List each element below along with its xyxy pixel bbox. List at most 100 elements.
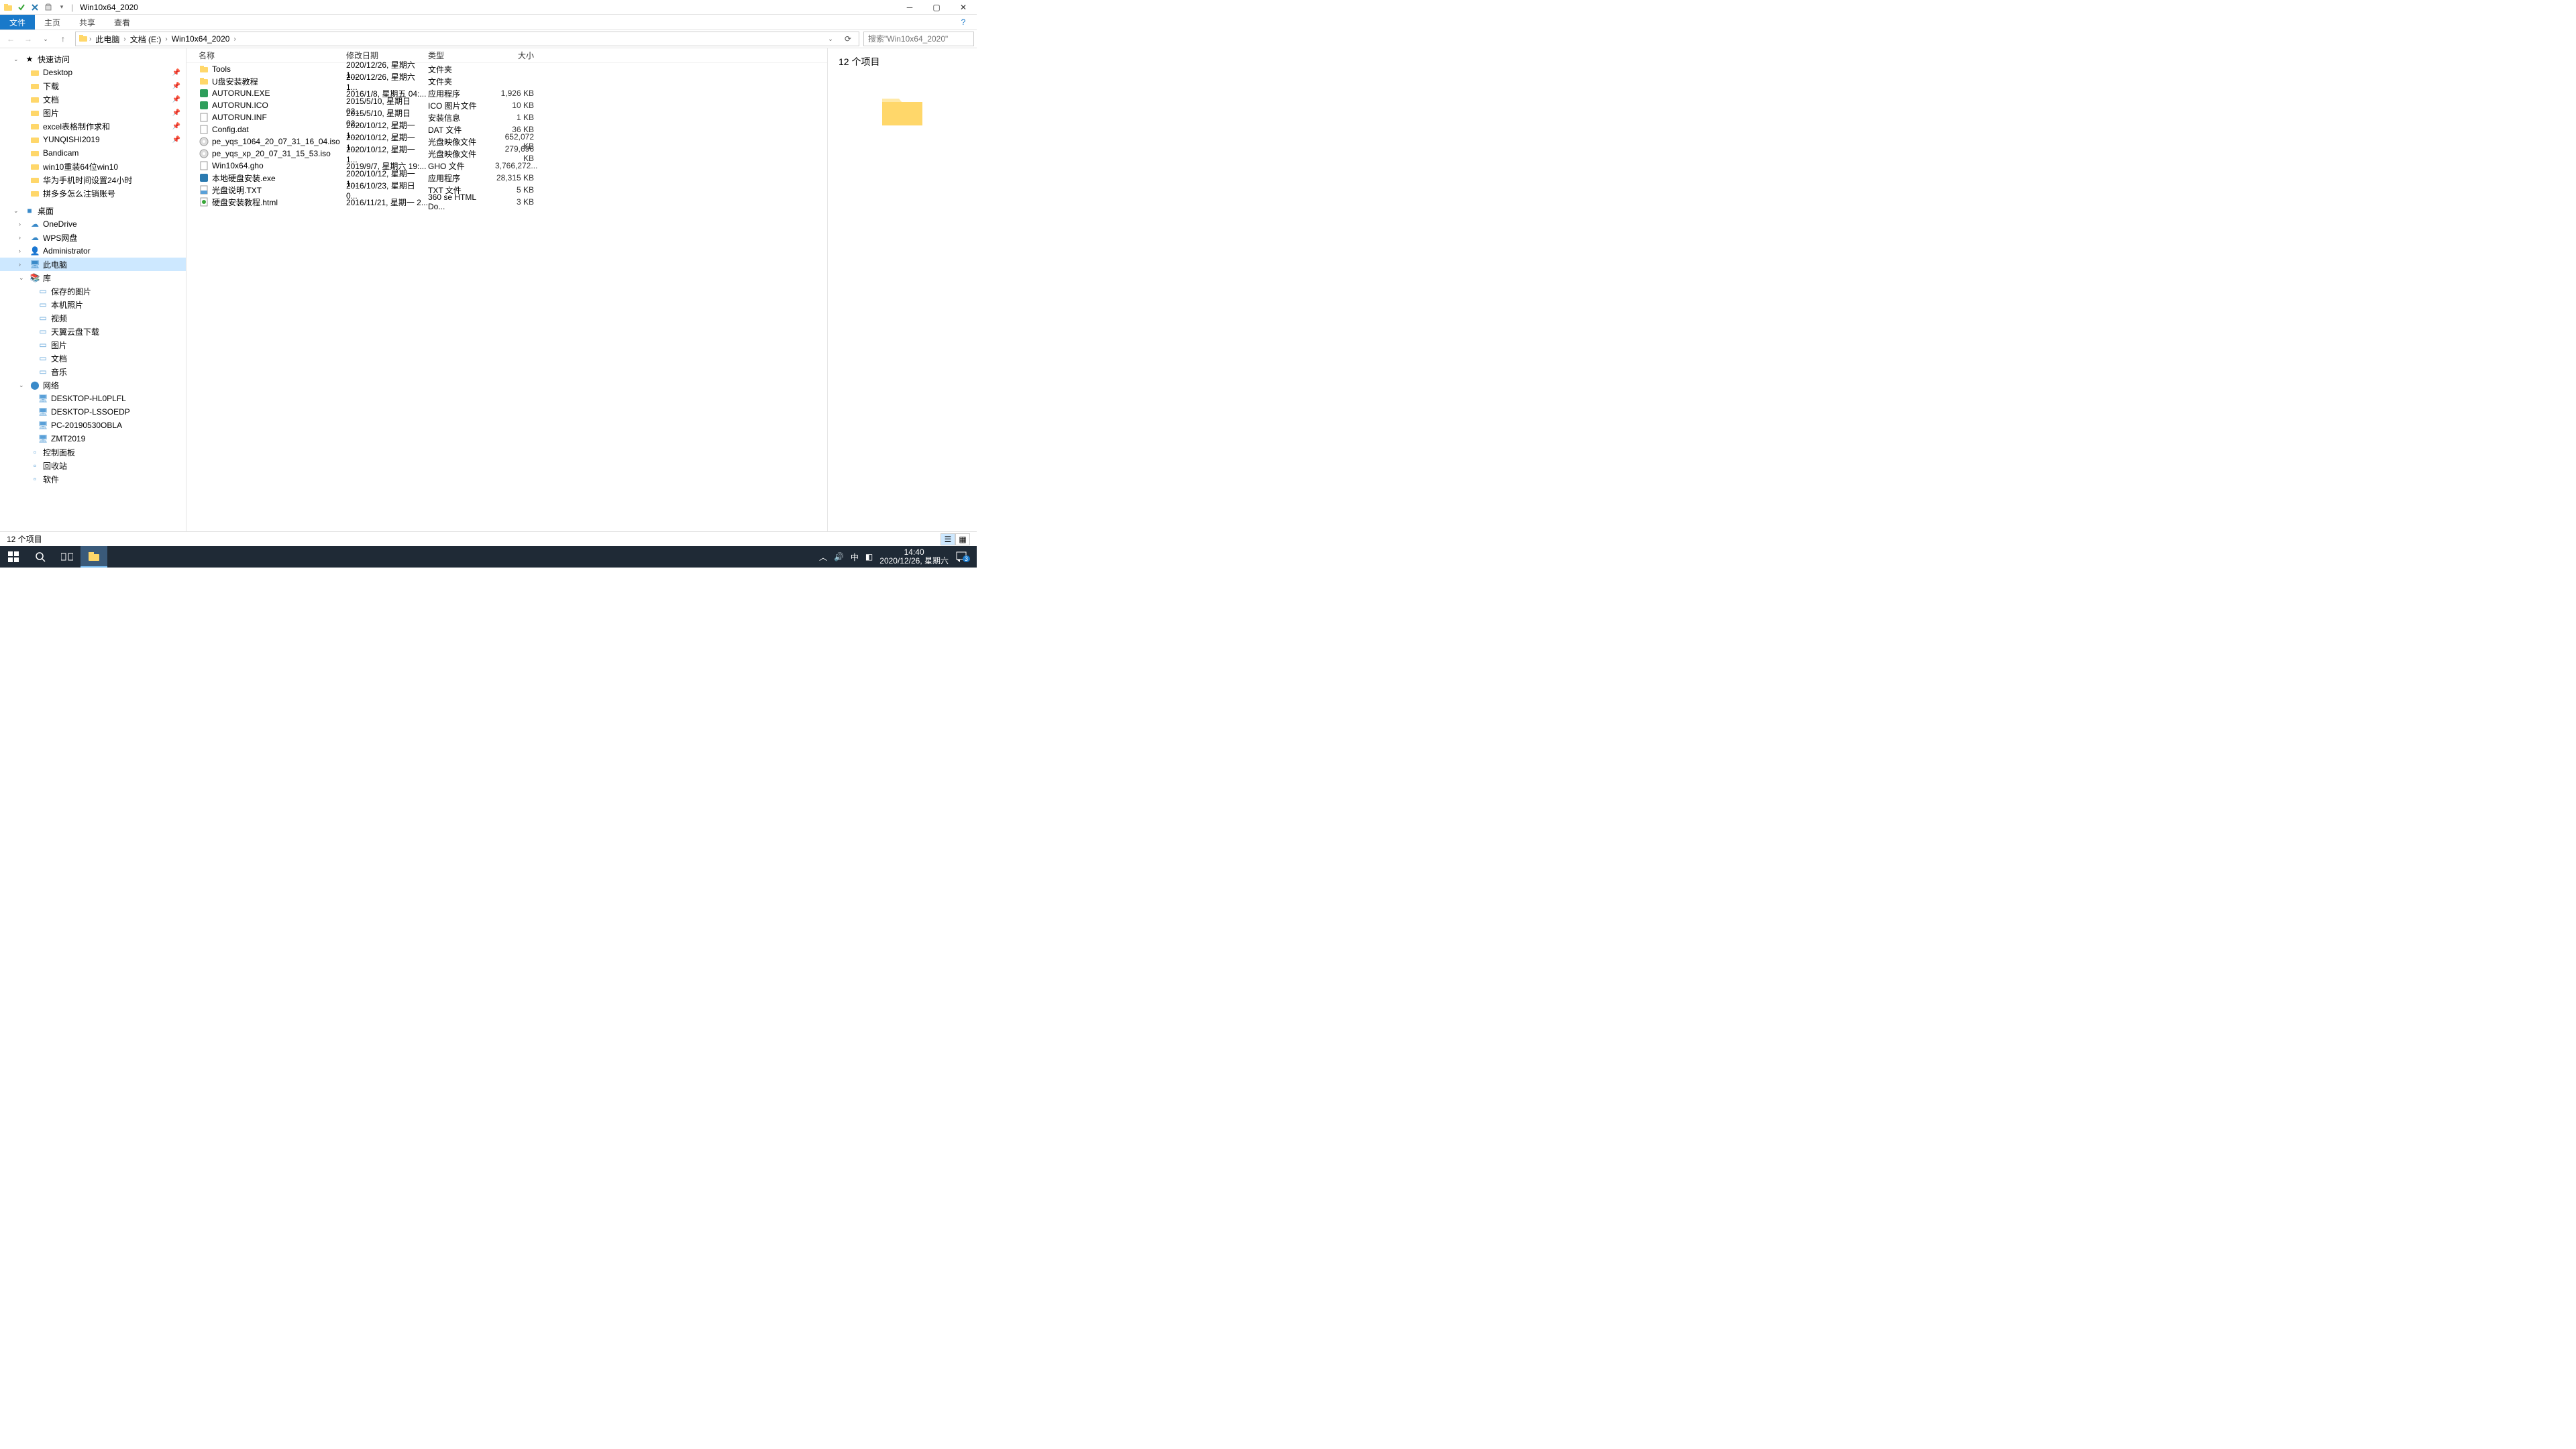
breadcrumb[interactable]: 此电脑 <box>93 34 122 45</box>
tree-item[interactable]: 文档📌 <box>0 93 186 106</box>
tree-quick-access[interactable]: ⌄★快速访问 <box>0 52 186 66</box>
col-size[interactable]: 大小 <box>495 50 538 61</box>
qat-btn-1[interactable] <box>16 2 27 13</box>
file-row[interactable]: 硬盘安装教程.html2016/11/21, 星期一 2...360 se HT… <box>186 196 827 208</box>
refresh-button[interactable]: ⟳ <box>840 31 856 47</box>
file-row[interactable]: AUTORUN.EXE2016/1/8, 星期五 04:...应用程序1,926… <box>186 87 827 99</box>
file-icon <box>199 100 209 111</box>
folder-icon <box>30 161 40 172</box>
nav-tree[interactable]: ⌄★快速访问 Desktop📌下载📌文档📌图片📌excel表格制作求和📌YUNQ… <box>0 48 186 531</box>
file-row[interactable]: Win10x64.gho2019/9/7, 星期六 19:...GHO 文件3,… <box>186 160 827 172</box>
qat-dropdown[interactable]: ▾ <box>56 2 67 13</box>
breadcrumb[interactable]: Win10x64_2020 <box>169 34 233 44</box>
star-icon: ★ <box>24 54 35 64</box>
nav-up[interactable]: ↑ <box>55 31 71 47</box>
chevron-right-icon[interactable]: › <box>233 36 235 43</box>
tree-network[interactable]: ⌄⬤网络 <box>0 378 186 392</box>
tree-item[interactable]: 🖥DESKTOP-LSSOEDP <box>0 405 186 419</box>
file-row[interactable]: 本地硬盘安装.exe2020/10/12, 星期一 1...应用程序28,315… <box>186 172 827 184</box>
tree-item[interactable]: win10重装64位win10 <box>0 160 186 173</box>
tree-item[interactable]: ›🖥此电脑 <box>0 258 186 271</box>
tree-item[interactable]: 🖥ZMT2019 <box>0 432 186 445</box>
tree-item[interactable]: 华为手机时间设置24小时 <box>0 173 186 186</box>
tree-item[interactable]: ▭音乐 <box>0 365 186 378</box>
file-size: 1,926 KB <box>495 89 538 98</box>
tab-view[interactable]: 查看 <box>105 15 140 30</box>
start-button[interactable] <box>0 546 27 568</box>
view-icons-button[interactable]: ▦ <box>955 533 970 545</box>
tree-item[interactable]: ⌄📚库 <box>0 271 186 284</box>
tree-desktop[interactable]: ⌄■桌面 <box>0 204 186 217</box>
help-button[interactable]: ? <box>950 15 977 30</box>
file-name: pe_yqs_xp_20_07_31_15_53.iso <box>212 149 331 158</box>
file-row[interactable]: AUTORUN.INF2015/5/10, 星期日 02...安装信息1 KB <box>186 111 827 123</box>
tree-item[interactable]: ▭视频 <box>0 311 186 325</box>
tree-item[interactable]: Desktop📌 <box>0 66 186 79</box>
tab-share[interactable]: 共享 <box>70 15 105 30</box>
breadcrumb[interactable]: 文档 (E:) <box>127 34 164 45</box>
tree-item[interactable]: ›☁OneDrive <box>0 217 186 231</box>
tray-icon[interactable]: ◧ <box>865 552 873 561</box>
tree-item[interactable]: YUNQISHI2019📌 <box>0 133 186 146</box>
file-row[interactable]: Tools2020/12/26, 星期六 1...文件夹 <box>186 63 827 75</box>
tree-item[interactable]: ▭图片 <box>0 338 186 352</box>
tree-item[interactable]: excel表格制作求和📌 <box>0 119 186 133</box>
search-input[interactable] <box>868 34 972 44</box>
ime-indicator[interactable]: 中 <box>851 551 859 563</box>
tree-item[interactable]: ▭本机照片 <box>0 298 186 311</box>
nav-forward[interactable]: → <box>20 31 36 47</box>
tree-item[interactable]: ▭文档 <box>0 352 186 365</box>
tree-item[interactable]: 🖥DESKTOP-HL0PLFL <box>0 392 186 405</box>
chevron-right-icon[interactable]: › <box>165 36 167 43</box>
pin-icon: 📌 <box>172 83 180 90</box>
maximize-button[interactable]: ▢ <box>923 0 950 15</box>
qat-btn-3[interactable] <box>43 2 54 13</box>
col-name[interactable]: 名称 <box>199 50 346 61</box>
tree-item[interactable]: 图片📌 <box>0 106 186 119</box>
volume-icon[interactable]: 🔊 <box>834 552 844 561</box>
address-bar[interactable]: › 此电脑 › 文档 (E:) › Win10x64_2020 › ⌄ ⟳ <box>75 32 859 46</box>
search-box[interactable] <box>863 32 974 46</box>
tree-item[interactable]: ▫软件 <box>0 472 186 486</box>
qat-btn-2[interactable] <box>30 2 40 13</box>
folder-icon <box>30 67 40 78</box>
tree-item[interactable]: ▫控制面板 <box>0 445 186 459</box>
file-row[interactable]: U盘安装教程2020/12/26, 星期六 1...文件夹 <box>186 75 827 87</box>
tree-item[interactable]: ▭天翼云盘下载 <box>0 325 186 338</box>
titlebar: ▾ | Win10x64_2020 ─ ▢ ✕ <box>0 0 977 15</box>
taskview-button[interactable] <box>54 546 80 568</box>
tab-home[interactable]: 主页 <box>35 15 70 30</box>
tree-item[interactable]: ›☁WPS网盘 <box>0 231 186 244</box>
chevron-right-icon[interactable]: › <box>123 36 125 43</box>
tree-item[interactable]: 拼多多怎么注销账号 <box>0 186 186 200</box>
close-button[interactable]: ✕ <box>950 0 977 15</box>
col-type[interactable]: 类型 <box>428 50 495 61</box>
nav-recent[interactable]: ⌄ <box>38 31 54 47</box>
tab-file[interactable]: 文件 <box>0 15 35 30</box>
tray-overflow[interactable]: ︿ <box>819 551 827 563</box>
chevron-right-icon[interactable]: › <box>89 36 91 43</box>
tree-item[interactable]: Bandicam <box>0 146 186 160</box>
file-name: 光盘说明.TXT <box>212 184 262 196</box>
clock[interactable]: 14:40 2020/12/26, 星期六 <box>879 548 949 566</box>
nav-back[interactable]: ← <box>3 31 19 47</box>
tree-item[interactable]: ▭保存的图片 <box>0 284 186 298</box>
taskbar-explorer[interactable] <box>80 546 107 568</box>
file-row[interactable]: pe_yqs_xp_20_07_31_15_53.iso2020/10/12, … <box>186 148 827 160</box>
view-details-button[interactable]: ☰ <box>941 533 955 545</box>
tree-item[interactable]: 下载📌 <box>0 79 186 93</box>
minimize-button[interactable]: ─ <box>896 0 923 15</box>
ribbon: 文件 主页 共享 查看 ? <box>0 15 977 30</box>
tree-item[interactable]: ▫回收站 <box>0 459 186 472</box>
file-row[interactable]: 光盘说明.TXT2016/10/23, 星期日 0...TXT 文件5 KB <box>186 184 827 196</box>
tree-item[interactable]: ›👤Administrator <box>0 244 186 258</box>
file-icon <box>199 148 209 159</box>
notification-center[interactable]: 3 <box>955 546 974 568</box>
search-button[interactable] <box>27 546 54 568</box>
file-list[interactable]: 名称 修改日期 类型 大小 Tools2020/12/26, 星期六 1...文… <box>186 48 828 531</box>
address-dropdown[interactable]: ⌄ <box>822 31 839 47</box>
item-icon: 👤 <box>30 246 40 256</box>
folder-icon <box>30 188 40 199</box>
tree-item[interactable]: 🖥PC-20190530OBLA <box>0 419 186 432</box>
file-row[interactable]: AUTORUN.ICO2015/5/10, 星期日 02...ICO 图片文件1… <box>186 99 827 111</box>
